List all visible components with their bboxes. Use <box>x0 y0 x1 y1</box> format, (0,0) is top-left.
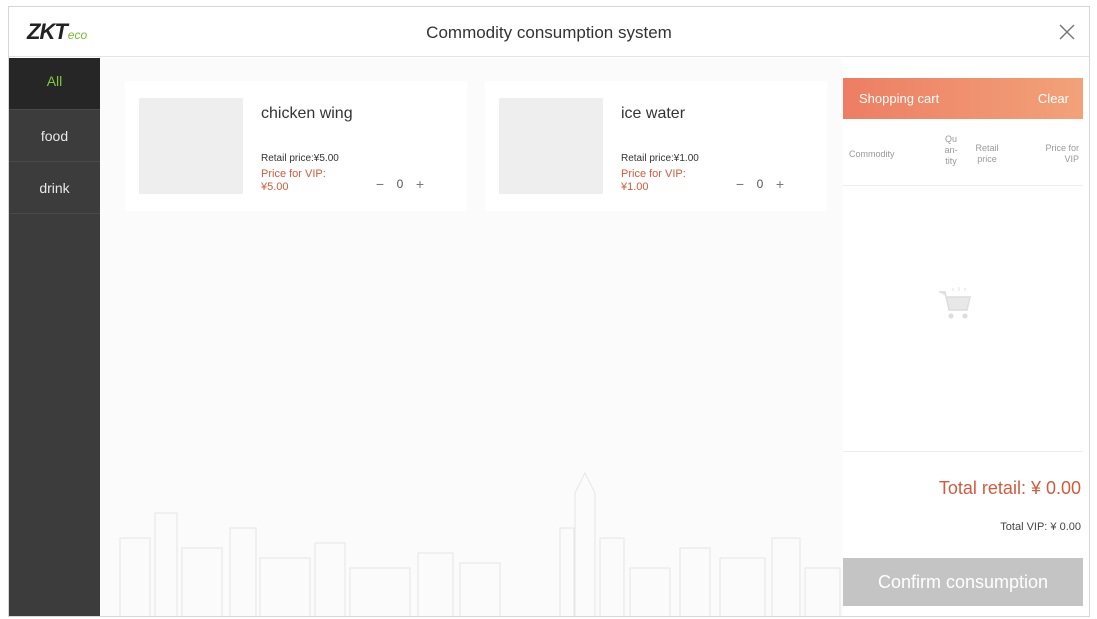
decrease-button[interactable]: − <box>369 176 391 192</box>
title-bar: ZKTeco Commodity consumption system <box>9 7 1089 57</box>
quantity-value: 0 <box>396 177 404 191</box>
column-quantity: Qu an- tity <box>939 134 963 167</box>
product-card[interactable]: chicken wing Retail price:¥5.00 Price fo… <box>125 81 467 211</box>
app-window: ZKTeco Commodity consumption system All … <box>8 6 1090 617</box>
column-quantity-line: an- <box>944 145 958 155</box>
cart-divider <box>843 451 1083 452</box>
category-food[interactable]: food <box>9 110 100 162</box>
vip-price: Price for VIP: ¥5.00 <box>261 168 361 194</box>
retail-price: Retail price:¥5.00 <box>261 153 339 164</box>
close-icon <box>1059 24 1075 40</box>
vip-price-label: Price for VIP: <box>621 168 686 180</box>
empty-cart-illustration <box>935 286 975 322</box>
column-commodity: Commodity <box>849 149 895 159</box>
column-retail-line: price <box>977 154 997 164</box>
category-sidebar: All food drink <box>9 58 100 616</box>
vip-price-value: ¥1.00 <box>621 181 649 193</box>
product-card[interactable]: ice water Retail price:¥1.00 Price for V… <box>485 81 827 211</box>
category-drink[interactable]: drink <box>9 162 100 214</box>
cart-header: Shopping cart Clear <box>843 78 1083 119</box>
decrease-button[interactable]: − <box>729 176 751 192</box>
column-retail-line: Retail <box>975 143 999 153</box>
page-title: Commodity consumption system <box>426 23 672 42</box>
cart-title: Shopping cart <box>859 91 940 106</box>
confirm-consumption-button[interactable]: Confirm consumption <box>843 558 1083 606</box>
product-area: chicken wing Retail price:¥5.00 Price fo… <box>100 58 843 616</box>
clear-cart-button[interactable]: Clear <box>1038 91 1069 106</box>
increase-button[interactable]: + <box>409 176 431 192</box>
vip-price-value: ¥5.00 <box>261 181 289 193</box>
total-retail: Total retail: ¥ 0.00 <box>938 478 1081 498</box>
cart-icon <box>939 287 971 319</box>
cart-column-headers: Commodity Qu an- tity Retail price Price… <box>843 120 1083 186</box>
column-vip-price: Price for VIP <box>1033 143 1079 165</box>
increase-button[interactable]: + <box>769 176 791 192</box>
vip-price-label: Price for VIP: <box>261 168 326 180</box>
quantity-stepper: − 0 + <box>369 173 431 195</box>
retail-price: Retail price:¥1.00 <box>621 153 699 164</box>
total-vip: Total VIP: ¥ 0.00 <box>1000 521 1081 533</box>
close-button[interactable] <box>1053 18 1081 46</box>
column-quantity-line: tity <box>945 156 957 166</box>
column-vip-line: Price for <box>1045 143 1079 153</box>
column-vip-line: VIP <box>1064 154 1079 164</box>
product-name: chicken wing <box>261 105 353 122</box>
category-all[interactable]: All <box>9 58 100 110</box>
product-image <box>139 98 243 194</box>
city-skyline-background <box>119 471 841 616</box>
product-name: ice water <box>621 105 686 122</box>
quantity-stepper: − 0 + <box>729 173 791 195</box>
product-image <box>499 98 603 194</box>
column-quantity-line: Qu <box>944 134 957 144</box>
shopping-cart-panel: Shopping cart Clear Commodity Qu an- tit… <box>843 58 1089 616</box>
column-retail-price: Retail price <box>971 143 1003 165</box>
quantity-value: 0 <box>756 177 764 191</box>
vip-price: Price for VIP: ¥1.00 <box>621 168 721 194</box>
